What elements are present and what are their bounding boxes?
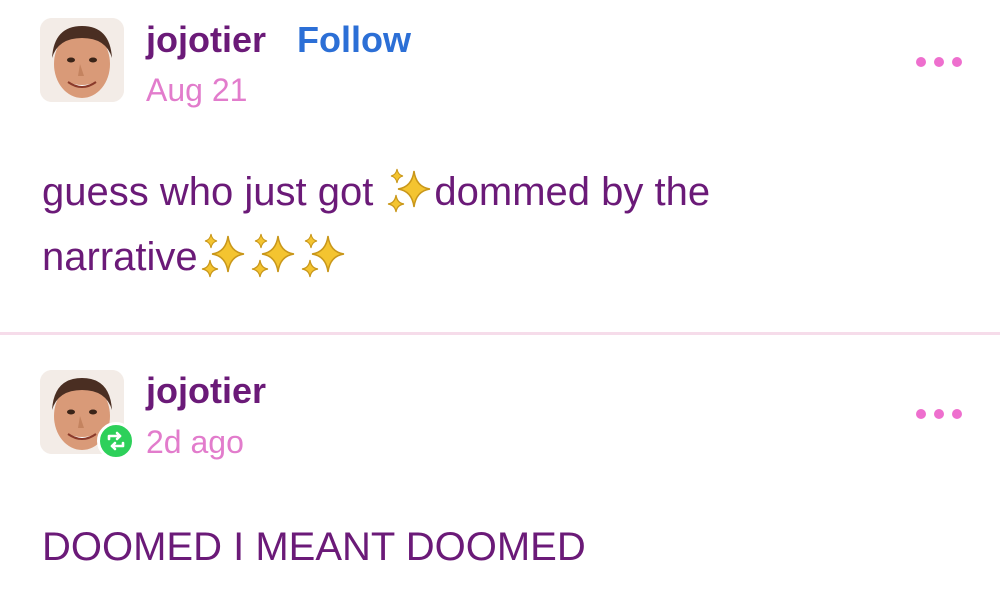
post-text-line: guess who just got dommed by the: [42, 169, 711, 215]
sparkles-icon: [301, 234, 344, 278]
more-options-button[interactable]: [916, 54, 962, 70]
avatar[interactable]: [40, 18, 124, 102]
post-timestamp[interactable]: Aug 21: [146, 74, 247, 106]
follow-button[interactable]: Follow: [297, 22, 411, 58]
dashboard-feed: jojotier Follow Aug 21 guess who just go…: [0, 0, 1000, 595]
more-options-icon: [934, 57, 944, 67]
more-options-icon: [952, 57, 962, 67]
post-text-segment: narrative: [42, 235, 198, 279]
sparkles-icon: [251, 234, 294, 278]
post-text: DOOMED I MEANT DOOMED: [42, 525, 586, 569]
post-text-segment: dommed by the: [434, 170, 711, 214]
reblog-badge: [97, 422, 135, 460]
more-options-icon: [934, 409, 944, 419]
post-timestamp[interactable]: 2d ago: [146, 426, 244, 458]
post-text-line: narrative: [42, 234, 348, 280]
username[interactable]: jojotier: [146, 373, 266, 409]
more-options-icon: [916, 57, 926, 67]
post: jojotier Follow Aug 21 guess who just go…: [0, 0, 1000, 333]
more-options-icon: [952, 409, 962, 419]
post-text-segment: guess who just got: [42, 170, 385, 214]
avatar-face-icon: [40, 18, 124, 102]
post: jojotier 2d ago DOOMED I MEANT DOOMED: [0, 336, 1000, 595]
sparkles-icon: [388, 169, 431, 213]
reblog-icon: [107, 431, 125, 451]
username[interactable]: jojotier: [146, 22, 266, 58]
more-options-icon: [916, 409, 926, 419]
post-divider: [0, 332, 1000, 335]
more-options-button[interactable]: [916, 406, 962, 422]
sparkles-icon: [201, 234, 244, 278]
